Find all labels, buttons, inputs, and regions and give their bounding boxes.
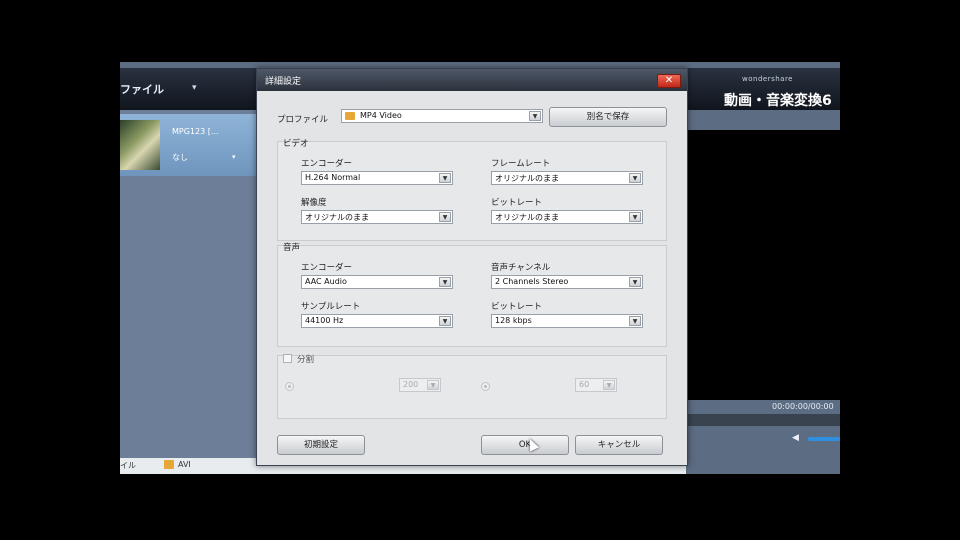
- save-as-button[interactable]: 別名で保存: [549, 107, 667, 127]
- split-option1-radio[interactable]: [285, 382, 294, 391]
- menu-file[interactable]: ファイル: [120, 81, 164, 97]
- framerate-value: オリジナルのまま: [495, 174, 559, 183]
- samplerate-select[interactable]: 44100 Hz ▼: [301, 314, 453, 328]
- preview-pane: [686, 130, 840, 400]
- chevron-down-icon[interactable]: ▼: [439, 277, 451, 287]
- audio-channel-select[interactable]: 2 Channels Stereo ▼: [491, 275, 643, 289]
- timecode: 00:00:00/00:00: [772, 402, 834, 411]
- split-option1-value: 200: [403, 380, 419, 389]
- samplerate-value: 44100 Hz: [305, 316, 344, 325]
- resolution-value: オリジナルのまま: [305, 213, 369, 222]
- samplerate-label: サンプルレート: [301, 302, 361, 312]
- split-option2-select[interactable]: 60 ▼: [575, 378, 617, 392]
- file-row[interactable]: MPG123 [... なし ▾: [120, 114, 256, 176]
- chevron-down-icon[interactable]: ▾: [232, 153, 236, 161]
- brand-title: 動画・音楽変換6: [724, 93, 832, 109]
- profile-label: プロファイル: [277, 115, 329, 125]
- framerate-label: フレームレート: [491, 159, 551, 169]
- video-thumbnail: [120, 120, 160, 170]
- advanced-settings-dialog: 詳細設定 ✕ プロファイル MP4 Video ▼ 別名で保存 ビデオ エンコー…: [256, 68, 688, 466]
- video-encoder-select[interactable]: H.264 Normal ▼: [301, 171, 453, 185]
- audio-channel-label: 音声チャンネル: [491, 263, 551, 273]
- video-bitrate-select[interactable]: オリジナルのまま ▼: [491, 210, 643, 224]
- chevron-down-icon[interactable]: ▼: [439, 173, 451, 183]
- audio-encoder-label: エンコーダー: [301, 263, 353, 273]
- chevron-down-icon[interactable]: ▼: [629, 277, 641, 287]
- chevron-down-icon[interactable]: ▼: [629, 173, 641, 183]
- file-list: MPG123 [... なし ▾: [120, 110, 256, 474]
- cancel-button[interactable]: キャンセル: [575, 435, 663, 455]
- subtitle-select[interactable]: なし: [172, 152, 188, 163]
- audio-bitrate-value: 128 kbps: [495, 316, 532, 325]
- audio-channel-value: 2 Channels Stereo: [495, 277, 569, 286]
- audio-bitrate-label: ビットレート: [491, 302, 543, 312]
- chevron-down-icon[interactable]: ▼: [439, 316, 451, 326]
- chevron-down-icon[interactable]: ▼: [629, 212, 641, 222]
- split-option2-value: 60: [579, 380, 590, 389]
- chevron-down-icon[interactable]: ▼: [529, 111, 541, 121]
- video-bitrate-value: オリジナルのまま: [495, 213, 559, 222]
- seek-bar[interactable]: [686, 414, 840, 426]
- video-format-icon: [345, 112, 355, 120]
- audio-heading: 音声: [283, 243, 301, 253]
- video-heading: ビデオ: [283, 139, 309, 149]
- split-option1-select[interactable]: 200 ▼: [399, 378, 441, 392]
- video-format-icon: [164, 460, 174, 469]
- chevron-down-icon[interactable]: ▼: [629, 316, 641, 326]
- video-encoder-label: エンコーダー: [301, 159, 353, 169]
- audio-encoder-select[interactable]: AAC Audio ▼: [301, 275, 453, 289]
- dialog-title: 詳細設定: [265, 77, 302, 87]
- menu-file-chevron-icon[interactable]: ▾: [192, 83, 197, 93]
- split-label: 分割: [297, 355, 315, 365]
- ok-button[interactable]: OK: [481, 435, 569, 455]
- volume-slider[interactable]: [808, 437, 840, 441]
- close-icon[interactable]: ✕: [665, 75, 673, 86]
- chevron-down-icon[interactable]: ▼: [427, 380, 439, 390]
- framerate-select[interactable]: オリジナルのまま ▼: [491, 171, 643, 185]
- output-format[interactable]: AVI: [178, 460, 191, 469]
- chevron-down-icon[interactable]: ▼: [603, 380, 615, 390]
- video-group: [277, 141, 667, 241]
- video-encoder-value: H.264 Normal: [305, 173, 361, 182]
- split-checkbox[interactable]: [283, 354, 292, 363]
- speaker-icon[interactable]: ◀: [792, 433, 799, 443]
- close-button[interactable]: ✕: [657, 74, 681, 88]
- resolution-select[interactable]: オリジナルのまま ▼: [301, 210, 453, 224]
- reset-defaults-button[interactable]: 初期設定: [277, 435, 365, 455]
- split-option2-radio[interactable]: [481, 382, 490, 391]
- audio-encoder-value: AAC Audio: [305, 277, 347, 286]
- brand-logo: wondershare: [742, 75, 793, 83]
- audio-bitrate-select[interactable]: 128 kbps ▼: [491, 314, 643, 328]
- output-label: イル: [120, 461, 136, 470]
- dialog-titlebar[interactable]: 詳細設定 ✕: [257, 69, 687, 91]
- resolution-label: 解像度: [301, 198, 327, 208]
- profile-value: MP4 Video: [360, 111, 402, 120]
- profile-select[interactable]: MP4 Video ▼: [341, 109, 543, 123]
- video-bitrate-label: ビットレート: [491, 198, 543, 208]
- file-name: MPG123 [...: [172, 127, 219, 136]
- screen: ファイル ▾ wondershare 動画・音楽変換6 MPG123 [... …: [120, 62, 840, 474]
- chevron-down-icon[interactable]: ▼: [439, 212, 451, 222]
